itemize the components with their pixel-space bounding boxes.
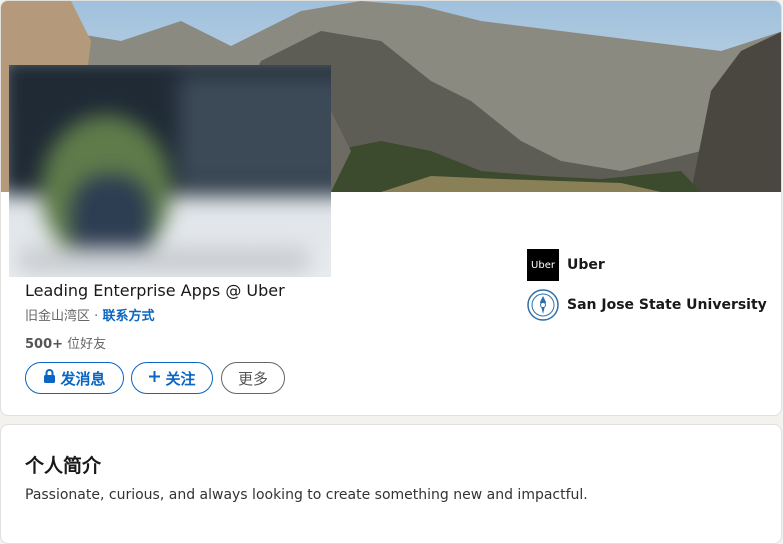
lock-icon (43, 369, 56, 387)
location-separator: · (94, 309, 99, 324)
message-button[interactable]: 发消息 (25, 362, 124, 394)
sjsu-seal-logo (527, 289, 559, 321)
org-sjsu[interactable]: San Jose State University (527, 289, 767, 321)
profile-headline: Leading Enterprise Apps @ Uber (25, 281, 285, 300)
profile-location-line: 旧金山湾区 · 联系方式 (25, 305, 154, 324)
follow-button-label: 关注 (165, 369, 196, 388)
org-uber-name: Uber (567, 257, 605, 273)
about-title: 个人简介 (25, 455, 102, 477)
org-uber[interactable]: Uber Uber (527, 249, 605, 281)
connections-suffix: 位好友 (67, 337, 107, 352)
profile-card: Leading Enterprise Apps @ Uber 旧金山湾区 · 联… (0, 0, 782, 416)
profile-photo-blurred[interactable] (9, 65, 331, 277)
more-button[interactable]: 更多 (221, 362, 285, 394)
connections-count[interactable]: 500+ 位好友 (25, 333, 106, 352)
follow-button[interactable]: 关注 (131, 362, 213, 394)
more-button-label: 更多 (237, 369, 268, 388)
org-sjsu-name: San Jose State University (567, 297, 767, 313)
contact-info-link[interactable]: 联系方式 (102, 309, 154, 324)
profile-location: 旧金山湾区 (25, 309, 91, 324)
about-card: 个人简介 Passionate, curious, and always loo… (0, 424, 782, 544)
plus-icon (148, 369, 161, 387)
uber-logo: Uber (527, 249, 559, 281)
connections-number: 500+ (25, 337, 64, 352)
about-text: Passionate, curious, and always looking … (25, 487, 588, 503)
message-button-label: 发消息 (60, 369, 106, 388)
